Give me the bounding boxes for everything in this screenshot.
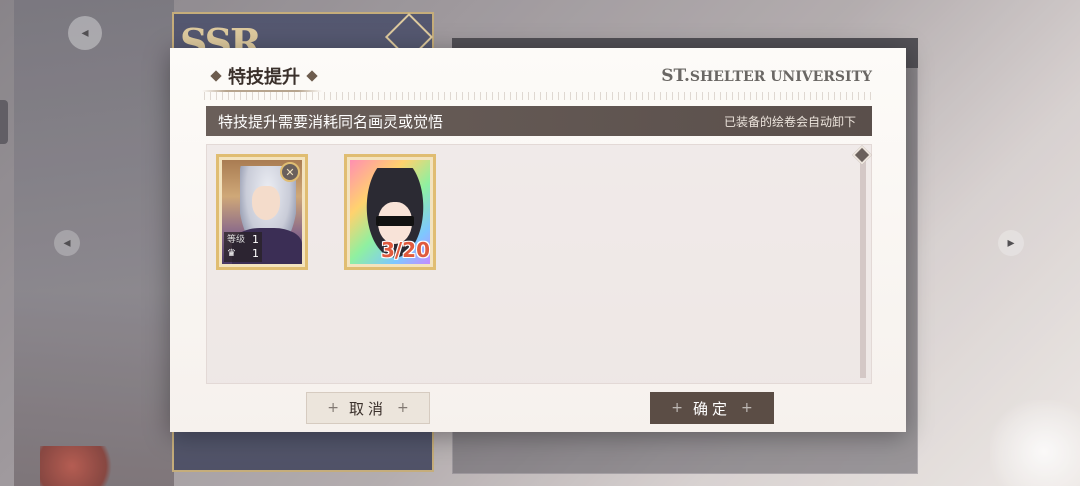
- plus-deco-icon: +: [741, 400, 753, 416]
- dialog-header: 特技提升 ST.SHELTER UNIVERSITY: [170, 48, 906, 100]
- level-value: 1: [252, 233, 259, 246]
- ruler-decoration: [204, 92, 872, 100]
- plus-deco-icon: +: [397, 400, 409, 416]
- level-label: 等级: [227, 235, 246, 245]
- card-portrait: 3/20: [350, 160, 430, 264]
- diamond-deco-icon: [306, 70, 318, 82]
- material-card-awakening[interactable]: 3/20: [344, 154, 436, 270]
- confirm-label: 确定: [692, 399, 731, 418]
- brand-prefix: ST.: [661, 66, 690, 86]
- info-note-text: 已装备的绘卷会自动卸下: [723, 114, 856, 129]
- level-row: 等级 1: [227, 233, 259, 247]
- cross-emblem-icon: ✕: [280, 162, 300, 182]
- info-bar: 特技提升需要消耗同名画灵或觉悟 已装备的绘卷会自动卸下: [206, 106, 872, 136]
- plus-deco-icon: +: [671, 400, 683, 416]
- portrait-face: [252, 186, 280, 220]
- confirm-button[interactable]: + 确定 +: [650, 392, 774, 424]
- info-main-text: 特技提升需要消耗同名画灵或觉悟: [218, 112, 444, 131]
- dialog-title-wrap: 特技提升: [204, 62, 324, 90]
- stat-box: 等级 1 ♛ 1: [224, 232, 262, 262]
- sunglasses-icon: [376, 216, 414, 226]
- rank-value: 1: [252, 247, 259, 260]
- crown-icon: ♛: [227, 248, 236, 259]
- skill-upgrade-dialog: 特技提升 ST.SHELTER UNIVERSITY 特技提升需要消耗同名画灵或…: [170, 48, 906, 432]
- card-portrait: ✕ 等级 1 ♛ 1: [222, 160, 302, 264]
- rank-row: ♛ 1: [227, 247, 259, 261]
- material-count: 3/20: [380, 238, 430, 262]
- cancel-label: 取消: [348, 399, 387, 418]
- diamond-deco-icon: [210, 70, 222, 82]
- scrollbar[interactable]: [852, 145, 872, 378]
- dialog-title: 特技提升: [228, 67, 300, 88]
- brand-logo: ST.SHELTER UNIVERSITY: [661, 66, 872, 86]
- plus-deco-icon: +: [327, 400, 339, 416]
- brand-name: SHELTER UNIVERSITY: [689, 69, 872, 85]
- material-card-character[interactable]: ✕ 等级 1 ♛ 1: [216, 154, 308, 270]
- cancel-button[interactable]: + 取消 +: [306, 392, 430, 424]
